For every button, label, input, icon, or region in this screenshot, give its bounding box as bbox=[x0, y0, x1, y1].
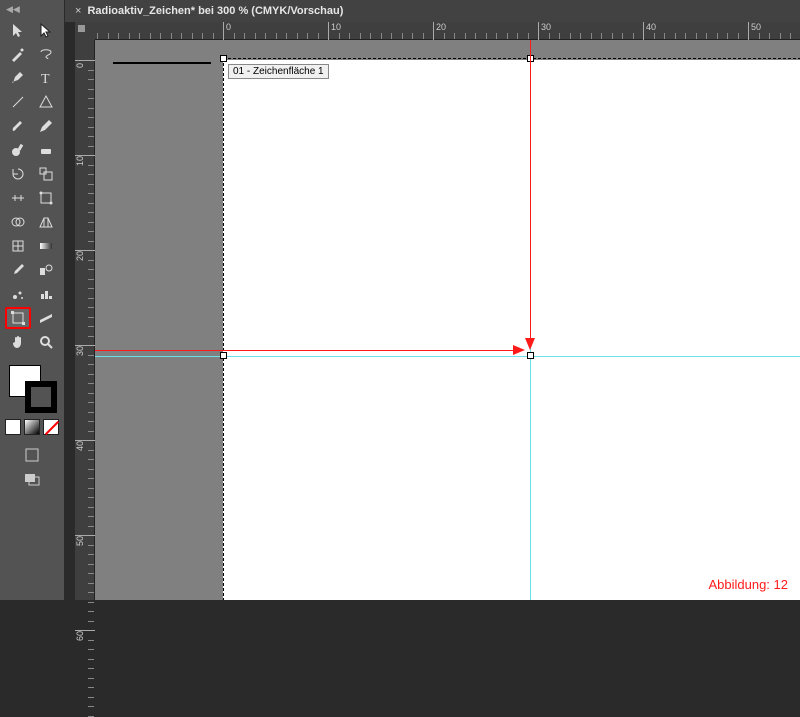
symbol-sprayer-tool[interactable] bbox=[5, 283, 31, 305]
draw-mode-button[interactable] bbox=[20, 445, 44, 465]
ruler-v-label: 30 bbox=[75, 345, 95, 358]
pencil-tool[interactable] bbox=[33, 115, 59, 137]
ruler-v-label: 60 bbox=[75, 630, 95, 643]
stroke-color-icon[interactable] bbox=[25, 381, 57, 413]
eraser-tool[interactable] bbox=[33, 139, 59, 161]
ruler-v-label: 10 bbox=[75, 155, 95, 168]
eyedropper-tool[interactable] bbox=[5, 259, 31, 281]
gradient-tool[interactable] bbox=[33, 235, 59, 257]
document-tab-bar: × Radioaktiv_Zeichen* bei 300 % (CMYK/Vo… bbox=[65, 0, 800, 22]
panel-collapse-icon[interactable]: ◀◀ bbox=[6, 4, 20, 15]
arrow-right-icon bbox=[513, 345, 525, 355]
tab-close-icon[interactable]: × bbox=[69, 5, 87, 17]
dark-segment bbox=[113, 62, 211, 64]
selection-handle-mid-left[interactable] bbox=[220, 352, 227, 359]
selection-tool[interactable] bbox=[5, 19, 31, 41]
width-tool[interactable] bbox=[5, 187, 31, 209]
tool-grid: T bbox=[1, 15, 63, 357]
scale-tool[interactable] bbox=[33, 163, 59, 185]
rotate-tool[interactable] bbox=[5, 163, 31, 185]
guide-horizontal[interactable] bbox=[95, 356, 800, 357]
line-segment-tool[interactable] bbox=[5, 91, 31, 113]
selection-handle-center[interactable] bbox=[527, 352, 534, 359]
panel-gap bbox=[65, 22, 75, 600]
selection-handle-top-left[interactable] bbox=[220, 55, 227, 62]
artboard[interactable] bbox=[223, 60, 800, 600]
ruler-v-label: 20 bbox=[75, 250, 95, 263]
canvas-area[interactable]: 01 - Zeichenfläche 1 Abbildung: 12 bbox=[95, 40, 800, 600]
ruler-origin[interactable] bbox=[75, 22, 95, 40]
magic-wand-tool[interactable] bbox=[5, 43, 31, 65]
ruler-v-label: 50 bbox=[75, 535, 95, 548]
perspective-grid-tool[interactable] bbox=[33, 211, 59, 233]
type-tool[interactable]: T bbox=[33, 67, 59, 89]
column-graph-tool[interactable] bbox=[33, 283, 59, 305]
figure-caption: Abbildung: 12 bbox=[708, 577, 788, 592]
hand-tool[interactable] bbox=[5, 331, 31, 353]
arrow-down-icon bbox=[525, 338, 535, 350]
tools-panel: ◀◀ T bbox=[0, 0, 65, 600]
color-mode-row bbox=[5, 419, 59, 435]
zoom-tool[interactable] bbox=[33, 331, 59, 353]
color-mode-solid-icon[interactable] bbox=[5, 419, 21, 435]
annotation-arrow-horizontal bbox=[95, 350, 519, 351]
blob-brush-tool[interactable] bbox=[5, 139, 31, 161]
shape-tool[interactable] bbox=[33, 91, 59, 113]
blend-tool[interactable] bbox=[33, 259, 59, 281]
horizontal-ruler[interactable]: 0102030405060 bbox=[95, 22, 800, 40]
direct-selection-tool[interactable] bbox=[33, 19, 59, 41]
annotation-arrow-vertical bbox=[530, 40, 531, 346]
free-transform-tool[interactable] bbox=[33, 187, 59, 209]
screen-mode-button[interactable] bbox=[20, 469, 44, 489]
pen-tool[interactable] bbox=[5, 67, 31, 89]
fill-stroke-swatch[interactable] bbox=[7, 363, 57, 413]
ruler-v-label: 0 bbox=[75, 60, 95, 70]
slice-tool[interactable] bbox=[33, 307, 59, 329]
ruler-v-label: 40 bbox=[75, 440, 95, 453]
artboard-tool[interactable] bbox=[5, 307, 31, 329]
screen-mode-buttons bbox=[20, 445, 44, 489]
ruler-h-label: 0 bbox=[223, 22, 231, 40]
vertical-ruler[interactable]: 0102030405060 bbox=[75, 40, 95, 600]
paintbrush-tool[interactable] bbox=[5, 115, 31, 137]
svg-text:T: T bbox=[41, 72, 50, 86]
shape-builder-tool[interactable] bbox=[5, 211, 31, 233]
artboard-label: 01 - Zeichenfläche 1 bbox=[228, 64, 329, 79]
color-mode-none-icon[interactable] bbox=[43, 419, 59, 435]
document-tab-title[interactable]: Radioaktiv_Zeichen* bei 300 % (CMYK/Vors… bbox=[87, 5, 343, 17]
color-mode-gradient-icon[interactable] bbox=[24, 419, 40, 435]
mesh-tool[interactable] bbox=[5, 235, 31, 257]
lasso-tool[interactable] bbox=[33, 43, 59, 65]
